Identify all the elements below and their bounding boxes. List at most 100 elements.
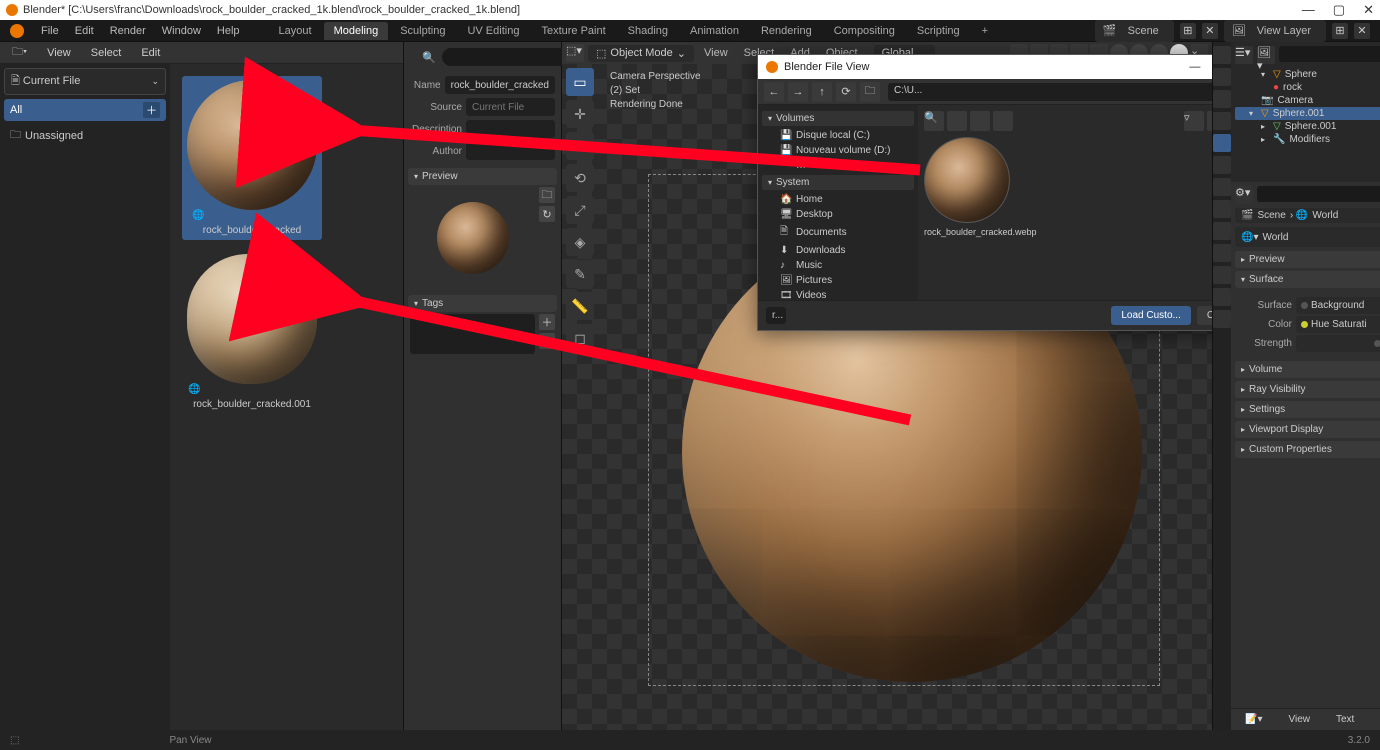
newdir-icon[interactable]: 🗀 [860, 82, 880, 102]
select-tool-icon[interactable]: ▭ [566, 68, 594, 96]
3d-viewport[interactable]: ⬚▾ ⬚ Object Mode ⌄ View Select Add Objec… [562, 42, 1212, 730]
sys-home[interactable]: 🏠Home [762, 192, 914, 207]
ab-select[interactable]: Select [85, 45, 128, 61]
editor-type-icon[interactable]: 🗀▾ [6, 41, 33, 64]
view-list-icon[interactable] [947, 111, 967, 131]
display-icon[interactable] [1207, 111, 1212, 131]
system-header[interactable]: System [762, 175, 914, 190]
pi-render-icon[interactable] [1213, 46, 1231, 64]
scene-new-icon[interactable]: ⊞ [1180, 23, 1196, 39]
strength-field[interactable]: 0.020 [1296, 335, 1380, 352]
asset-item-1[interactable]: 🌐 rock_boulder_cracked.001 [182, 254, 322, 410]
sys-videos[interactable]: 🎞Videos [762, 288, 914, 300]
pi-material-icon[interactable] [1213, 288, 1231, 306]
back-icon[interactable]: ← [764, 82, 784, 102]
sys-desktop[interactable]: 🖥Desktop [762, 207, 914, 222]
tab-sculpting[interactable]: Sculpting [390, 22, 455, 40]
minimize-button[interactable]: — [1302, 2, 1315, 18]
tab-anim[interactable]: Animation [680, 22, 749, 40]
ol-sphere001mesh[interactable]: ▸▽ Sphere.001 [1235, 120, 1380, 133]
sys-docs[interactable]: 🗎Documents [762, 222, 914, 243]
pi-modifier-icon[interactable] [1213, 178, 1231, 196]
sys-downloads[interactable]: ⬇Downloads [762, 243, 914, 258]
pi-world-icon[interactable] [1213, 134, 1231, 152]
remove-tag-icon[interactable]: − [539, 333, 555, 349]
tab-texpaint[interactable]: Texture Paint [531, 22, 615, 40]
preview-header[interactable]: Preview [408, 168, 557, 185]
add-catalog-icon[interactable]: ＋ [143, 102, 160, 118]
asset-source-select[interactable]: 🗎 Current File⌄ [4, 68, 166, 95]
viewlayer-new-icon[interactable]: ⊞ [1332, 23, 1348, 39]
filter-icon[interactable]: ▿ [1184, 111, 1204, 131]
sec-settings[interactable]: Settings [1235, 401, 1380, 418]
vp-view[interactable]: View [698, 45, 734, 61]
pi-texture-icon[interactable] [1213, 310, 1231, 328]
transform-tool-icon[interactable]: ◈ [566, 228, 594, 256]
sec-custom[interactable]: Custom Properties [1235, 441, 1380, 458]
te-view[interactable]: View [1280, 712, 1318, 727]
tags-header[interactable]: Tags [408, 295, 557, 312]
vol-dots[interactable]: … [762, 158, 914, 173]
pi-physics-icon[interactable] [1213, 222, 1231, 240]
sec-preview[interactable]: Preview [1235, 251, 1380, 268]
close-button[interactable]: ✕ [1363, 2, 1374, 18]
cancel-button[interactable]: Cancel [1197, 306, 1212, 325]
tags-list[interactable] [410, 314, 535, 354]
editor-type-icon[interactable]: ⬚▾ [566, 44, 584, 62]
measure-tool-icon[interactable]: 📏 [566, 292, 594, 320]
ab-view[interactable]: View [41, 45, 77, 61]
sys-pics[interactable]: 🖼Pictures [762, 273, 914, 288]
surface-select[interactable]: Background [1296, 297, 1380, 314]
menu-window[interactable]: Window [155, 22, 208, 40]
tab-layout[interactable]: Layout [269, 22, 322, 40]
pi-object-icon[interactable] [1213, 156, 1231, 174]
ol-search-input[interactable] [1279, 46, 1380, 62]
menu-render[interactable]: Render [103, 22, 153, 40]
dlg-min-icon[interactable]: — [1189, 61, 1200, 74]
pi-constraint-icon[interactable] [1213, 244, 1231, 262]
ol-mode-icon[interactable]: 🖼▾ [1257, 46, 1275, 64]
refresh-icon[interactable]: ⟳ [836, 82, 856, 102]
desc-field[interactable] [466, 120, 555, 138]
path-field[interactable]: C:\U... [888, 83, 1212, 101]
pi-particle-icon[interactable] [1213, 200, 1231, 218]
dlg-search-icon[interactable]: 🔍 [924, 111, 944, 131]
scene-select[interactable]: 🎬 Scene [1095, 20, 1174, 42]
sort-icon[interactable] [993, 111, 1013, 131]
menu-help[interactable]: Help [210, 22, 247, 40]
breadcrumb[interactable]: 🎬 Scene › 🌐 World [1235, 208, 1380, 223]
sec-surface[interactable]: Surface [1235, 271, 1380, 288]
sec-viewport[interactable]: Viewport Display [1235, 421, 1380, 438]
ol-modifiers[interactable]: ▸🔧 Modifiers [1235, 133, 1380, 146]
cursor-tool-icon[interactable]: ✛ [566, 100, 594, 128]
tab-shading[interactable]: Shading [618, 22, 678, 40]
pi-data-icon[interactable] [1213, 266, 1231, 284]
tab-modeling[interactable]: Modeling [324, 22, 389, 40]
world-datablock[interactable]: 🌐▾ World ◯⊞✕ [1235, 227, 1380, 247]
file-item[interactable]: rock_boulder_cracked.webp [924, 137, 1016, 237]
tab-add[interactable]: + [972, 22, 998, 40]
ab-edit[interactable]: Edit [135, 45, 166, 61]
ol-type-icon[interactable]: ☰▾ [1235, 46, 1253, 64]
te-type-icon[interactable]: 📝▾ [1237, 712, 1270, 727]
author-field[interactable] [466, 142, 555, 160]
maximize-button[interactable]: ▢ [1333, 2, 1345, 18]
catalog-unassigned[interactable]: 🗀 Unassigned [4, 123, 166, 148]
tab-rendering[interactable]: Rendering [751, 22, 822, 40]
prop-search-input[interactable] [1257, 186, 1380, 202]
tab-uv[interactable]: UV Editing [457, 22, 529, 40]
vol-d[interactable]: 💾Nouveau volume (D:) [762, 143, 914, 158]
menu-edit[interactable]: Edit [68, 22, 101, 40]
color-select[interactable]: Hue Saturati [1296, 316, 1380, 333]
add-tag-icon[interactable]: ＋ [539, 314, 555, 330]
sys-music[interactable]: ♪Music [762, 258, 914, 273]
tab-scripting[interactable]: Scripting [907, 22, 970, 40]
sec-ray[interactable]: Ray Visibility [1235, 381, 1380, 398]
move-tool-icon[interactable]: ✥ [566, 132, 594, 160]
filename-field[interactable]: r... [766, 307, 786, 324]
catalog-all[interactable]: All ＋ [4, 99, 166, 121]
scale-tool-icon[interactable]: ⤢ [566, 196, 594, 224]
volumes-header[interactable]: Volumes [762, 111, 914, 126]
fwd-icon[interactable]: → [788, 82, 808, 102]
mode-select[interactable]: ⬚ Object Mode ⌄ [588, 45, 694, 62]
